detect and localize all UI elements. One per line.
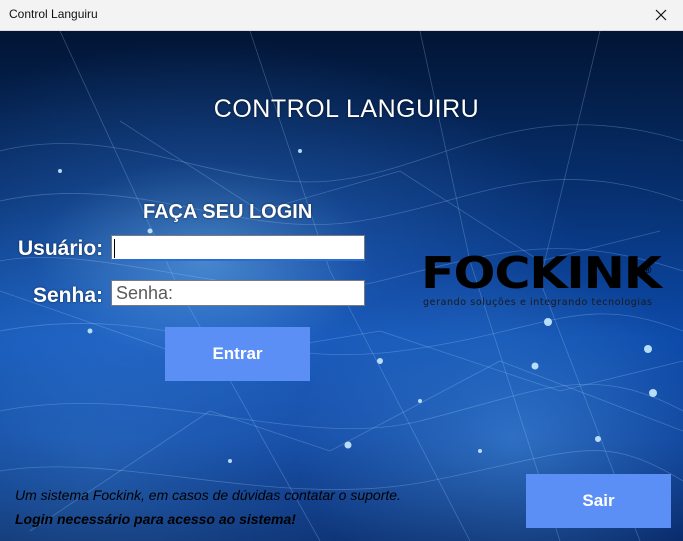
login-window-body: CONTROL LANGUIRU FAÇA SEU LOGIN Usuário:…	[0, 31, 683, 541]
password-label: Senha:	[33, 284, 104, 307]
exit-button[interactable]: Sair	[526, 474, 671, 528]
text-caret	[114, 239, 115, 258]
login-title: FAÇA SEU LOGIN	[143, 201, 313, 223]
footer-login-note: Login necessário para acesso ao sistema!	[15, 511, 296, 527]
registered-mark: ®	[644, 265, 652, 276]
title-bar: Control Languiru	[0, 0, 683, 31]
close-icon	[655, 9, 667, 21]
window-title: Control Languiru	[9, 7, 98, 21]
username-input[interactable]	[111, 235, 365, 261]
enter-button[interactable]: Entrar	[165, 327, 310, 381]
logo-wordmark: FOCKINK	[421, 248, 662, 299]
footer-support-note: Um sistema Fockink, em casos de dúvidas …	[15, 487, 401, 503]
app-heading: CONTROL LANGUIRU	[213, 95, 480, 123]
username-label: Usuário:	[18, 237, 104, 260]
close-button[interactable]	[639, 0, 683, 30]
password-input[interactable]	[111, 280, 365, 306]
logo-tagline: gerando soluções e integrando tecnologia…	[423, 297, 653, 308]
fockink-logo: FOCKINK ® gerando soluções e integrando …	[421, 248, 662, 313]
